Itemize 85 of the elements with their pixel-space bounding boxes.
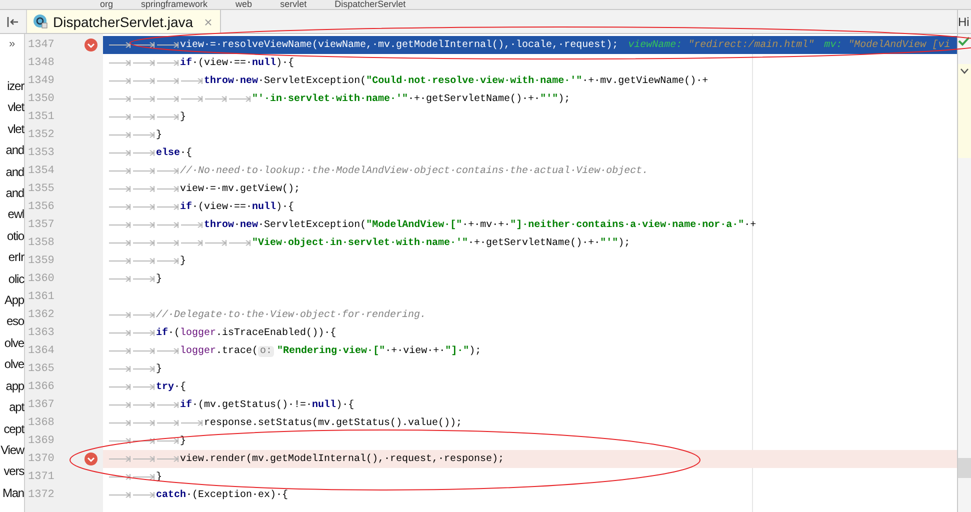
line-number: 1371 [27, 471, 56, 483]
check-icon [958, 36, 970, 46]
line-number: 1360 [27, 273, 56, 285]
code-line: //·No·need·to·lookup:·the·ModelAndView·object·contains·the·actual·View·object. [103, 166, 648, 176]
project-tree-item[interactable]: Man [2, 482, 24, 504]
code-line: } [103, 436, 186, 446]
code-line: "'·in·servlet·with·name·'"·+·getServletName()·+·"'"); [103, 94, 570, 104]
project-tree-item[interactable]: olve [4, 354, 24, 376]
line-number: 1357 [27, 219, 56, 231]
breadcrumb-item[interactable]: springframework [141, 0, 208, 9]
code-line: if·(view·==·null)·{ [103, 58, 294, 68]
code-line: } [103, 274, 162, 284]
code-line: if·(view·==·null)·{ [103, 202, 294, 212]
code-line: try·{ [103, 382, 186, 392]
line-number: 1368 [27, 417, 56, 429]
project-tree-item[interactable]: View [0, 440, 24, 462]
line-number: 1354 [27, 165, 56, 177]
class-file-icon [33, 14, 48, 29]
code-line: else·{ [103, 148, 192, 158]
breadcrumb-item[interactable]: DispatcherServlet [334, 0, 406, 9]
project-tree-item[interactable]: app [6, 376, 24, 398]
project-tree-item[interactable]: izer [7, 76, 24, 98]
project-tree-item[interactable]: and [6, 162, 24, 184]
project-tree-item[interactable]: ewl [8, 204, 24, 226]
line-number: 1356 [27, 201, 56, 213]
code-line: } [103, 256, 186, 266]
project-tree-item[interactable]: olic [8, 268, 24, 290]
breakpoint-icon[interactable] [84, 452, 98, 466]
line-number: 1358 [27, 237, 56, 249]
code-line: } [103, 112, 186, 122]
editor-tab[interactable]: DispatcherServlet.java × [27, 10, 222, 33]
project-tree-item[interactable]: and [6, 140, 24, 162]
code-line: view.render(mv.getModelInternal(),·request,·response); [103, 454, 504, 464]
code-line: //·Delegate·to·the·View·object·for·rendering. [103, 310, 426, 320]
code-line: } [103, 130, 162, 140]
code-line: if·(logger.isTraceEnabled())·{ [103, 328, 336, 338]
project-tree-item[interactable]: eso [6, 311, 24, 333]
breadcrumb-item[interactable]: web [236, 0, 252, 9]
breadcrumb-item[interactable]: servlet [280, 0, 307, 9]
code-line: if·(mv.getStatus()·!=·null)·{ [103, 400, 354, 410]
code-line: view·=·resolveViewName(viewName,·mv.getModelInternal(),·locale,·request); viewName: "redirect:/main.html" mv: "ModelAndView [vi [103, 40, 950, 50]
project-tree-item[interactable]: erIr [8, 247, 24, 269]
line-number: 1370 [27, 453, 56, 465]
project-tree-item[interactable]: olve [4, 332, 24, 354]
line-number: 1369 [27, 435, 56, 447]
project-tree-item[interactable]: cept [4, 418, 24, 440]
line-number: 1372 [27, 489, 56, 501]
code-line: throw·new·ServletException("Could·not·resolve·view·with·name·'"·+·mv.getViewName()·+ [103, 76, 708, 86]
line-number: 1352 [27, 129, 56, 141]
project-tree-item[interactable]: vers [4, 461, 24, 483]
code-line: response.setStatus(mv.getStatus().value()); [103, 418, 462, 428]
line-number: 1350 [27, 93, 56, 105]
breadcrumb-item[interactable]: org [100, 0, 114, 9]
line-number: 1355 [27, 183, 56, 195]
project-tree-item[interactable]: App [4, 290, 24, 312]
line-number: 1347 [27, 39, 56, 51]
breakpoint-icon[interactable] [84, 38, 98, 52]
line-number: 1365 [27, 363, 56, 375]
line-number: 1366 [27, 381, 56, 393]
expand-toggle[interactable]: » [8, 38, 16, 50]
chevron-icon[interactable] [960, 68, 969, 74]
code-line: "View·object·in·servlet·with·name·'"·+·getServletName()·+·"'"); [103, 238, 630, 248]
collapse-icon[interactable] [7, 16, 19, 26]
line-number: 1363 [27, 327, 56, 339]
panel-title[interactable]: Hi [958, 14, 970, 28]
line-number: 1367 [27, 399, 56, 411]
line-number: 1353 [27, 147, 56, 159]
code-line: } [103, 364, 162, 374]
line-number: 1359 [27, 255, 56, 267]
code-line: catch·(Exception·ex)·{ [103, 490, 288, 500]
line-number: 1362 [27, 309, 56, 321]
code-line: logger.trace( o: "Rendering·view·["·+·view·+·"]·"); [103, 346, 482, 356]
line-number: 1351 [27, 111, 56, 123]
project-tree-item[interactable]: and [6, 183, 24, 204]
line-number: 1348 [27, 57, 56, 69]
project-tree-item[interactable]: vlet [8, 118, 24, 140]
scrollbar-thumb[interactable] [958, 458, 971, 478]
project-tree-item[interactable]: apt [9, 397, 24, 418]
code-line: throw·new·ServletException("ModelAndView·["·+·mv·+·"]·neither·contains·a·view·name·nor·a·"·+ [103, 220, 756, 230]
project-tree-item[interactable]: vlet [8, 97, 24, 119]
project-tree-item[interactable]: otio [7, 226, 24, 248]
line-number: 1364 [27, 345, 56, 357]
code-line: view·=·mv.getView(); [103, 184, 300, 194]
line-number: 1349 [27, 75, 56, 87]
line-number: 1361 [27, 291, 56, 303]
